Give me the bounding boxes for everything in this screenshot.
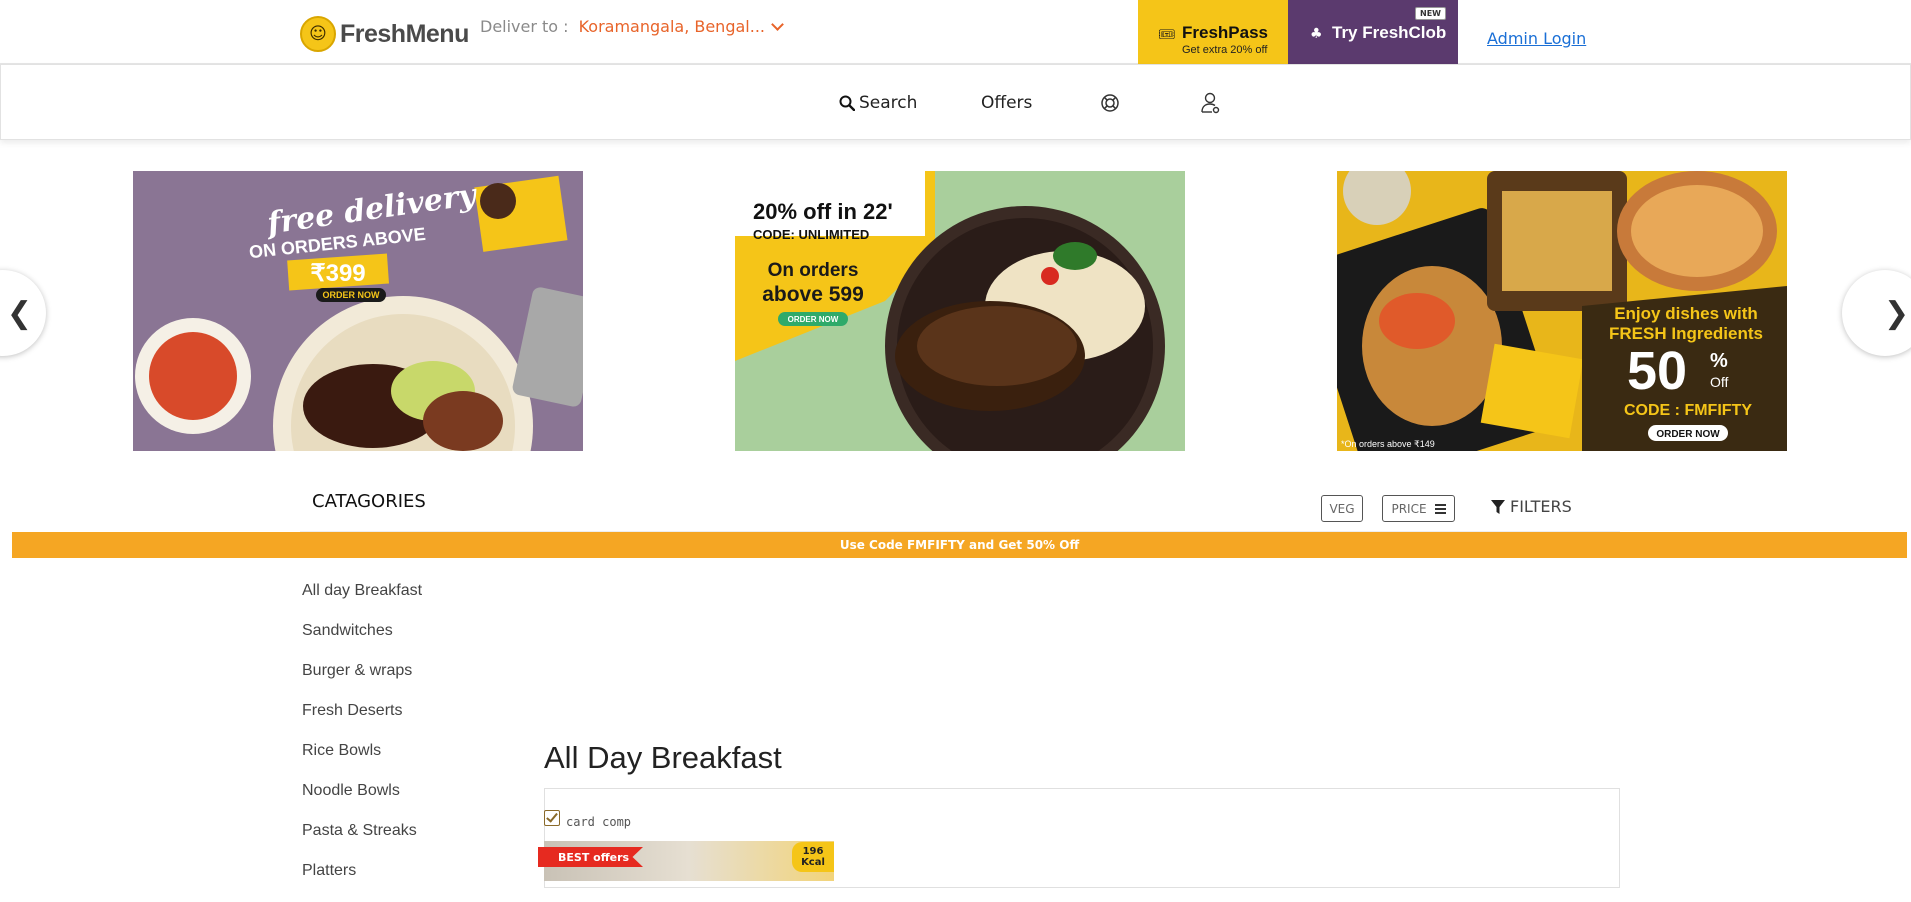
veg-filter-label: VEG [1329, 501, 1355, 516]
funnel-filter-icon [1491, 499, 1505, 514]
freshpass-title: FreshPass [1182, 23, 1268, 42]
banner3-pct-sign: % [1710, 350, 1728, 372]
nav-offers[interactable]: Offers [981, 93, 1032, 113]
banner-unlimited-art: 20% off in 22' CODE: UNLIMITED On orders… [735, 171, 1185, 451]
sidebar-item-platters[interactable]: Platters [302, 862, 422, 902]
freshmenu-logo[interactable]: ☺ FreshMenu [300, 16, 469, 52]
freshpass-subtitle: Get extra 20% off [1182, 44, 1268, 56]
banner-unlimited[interactable]: 20% off in 22' CODE: UNLIMITED On orders… [735, 171, 1185, 451]
category-sidebar: All day Breakfast Sandwitches Burger & w… [302, 582, 422, 902]
banner2-code: CODE: UNLIMITED [753, 227, 869, 242]
sidebar-item-pasta-streaks[interactable]: Pasta & Streaks [302, 822, 422, 862]
filters-label: FILTERS [1510, 497, 1572, 516]
freshpass-button[interactable]: 🎟 FreshPass Get extra 20% off [1138, 0, 1288, 64]
banner2-line1: On orders [768, 260, 859, 281]
sidebar-item-all-day-breakfast[interactable]: All day Breakfast [302, 582, 422, 622]
sidebar-item-fresh-deserts[interactable]: Fresh Deserts [302, 702, 422, 742]
help-lifebuoy-icon [1101, 94, 1119, 112]
nav-offers-label: Offers [981, 93, 1033, 113]
card-checkbox[interactable] [544, 810, 560, 826]
banner3-cta: ORDER NOW [1656, 429, 1720, 440]
price-filter-label: PRICE [1391, 501, 1427, 516]
card-comp-label: card comp [566, 815, 632, 829]
admin-login-link[interactable]: Admin Login [1487, 29, 1586, 48]
banner2-headline: 20% off in 22' [753, 199, 893, 224]
chevron-down-icon [771, 17, 784, 31]
brand-name: FreshMenu [340, 19, 469, 48]
freshclob-title: Try FreshClob [1332, 23, 1447, 42]
sidebar-item-rice-bowls[interactable]: Rice Bowls [302, 742, 422, 782]
menu-lines-icon [1434, 502, 1446, 516]
search-icon [839, 95, 855, 111]
deliver-location: Koramangala, Bengal... [578, 17, 765, 36]
categories-heading: CATAGORIES [312, 491, 426, 512]
veg-filter-button[interactable]: VEG [1321, 495, 1363, 522]
main-nav: Search Offers [0, 64, 1911, 140]
kcal-unit: Kcal [801, 857, 825, 868]
best-offers-badge: BEST offers [538, 847, 643, 867]
banner-fmfifty-art: Enjoy dishes with FRESH Ingredients 50 %… [1337, 171, 1787, 451]
nav-account[interactable] [1201, 92, 1221, 114]
price-filter-button[interactable]: PRICE [1382, 495, 1455, 522]
banner1-amount: ₹399 [310, 260, 365, 287]
new-badge: NEW [1415, 7, 1446, 20]
banner2-cta: ORDER NOW [788, 315, 839, 324]
nav-help[interactable] [1100, 93, 1120, 113]
deliver-label: Deliver to : [480, 17, 569, 36]
user-profile-icon [1201, 92, 1220, 114]
deliver-location-selector[interactable]: Deliver to : Koramangala, Bengal... [480, 17, 784, 36]
chef-logo-icon: ☺ [300, 16, 336, 52]
carousel-prev-button[interactable]: ❮ [0, 270, 46, 356]
filters-button[interactable]: FILTERS [1490, 497, 1572, 516]
top-header: ☺ FreshMenu Deliver to : Koramangala, Be… [0, 0, 1911, 64]
banner3-line1: Enjoy dishes with [1614, 304, 1758, 323]
promo-strip-text: Use Code FMFIFTY and Get 50% Off [839, 538, 1080, 552]
banner3-note: *On orders above ₹149 [1341, 439, 1435, 449]
chevron-left-icon: ❮ [6, 295, 32, 331]
banner-free-delivery-art: free delivery ON ORDERS ABOVE ₹399 ORDER… [133, 171, 583, 451]
ticket-icon: 🎟 [1158, 27, 1176, 43]
banner3-percent: 50 [1627, 341, 1687, 401]
club-icon: ♣ [1310, 26, 1323, 42]
nav-search-label: Search [859, 93, 918, 113]
kcal-badge: 196 Kcal [792, 842, 834, 872]
promo-strip: Use Code FMFIFTY and Get 50% Off [12, 532, 1907, 558]
banner2-line2: above 599 [762, 283, 864, 306]
banner1-cta: ORDER NOW [323, 290, 381, 300]
section-title: All Day Breakfast [544, 740, 782, 775]
sidebar-item-noodle-bowls[interactable]: Noodle Bowls [302, 782, 422, 822]
chevron-right-icon: ❯ [1884, 295, 1910, 331]
sidebar-item-sandwitches[interactable]: Sandwitches [302, 622, 422, 662]
nav-search[interactable]: Search [839, 93, 917, 113]
kcal-value: 196 [802, 846, 824, 857]
banner-fmfifty[interactable]: Enjoy dishes with FRESH Ingredients 50 %… [1337, 171, 1787, 451]
banner-free-delivery[interactable]: free delivery ON ORDERS ABOVE ₹399 ORDER… [133, 171, 583, 451]
banner3-code: CODE : FMFIFTY [1624, 402, 1752, 419]
freshclob-button[interactable]: NEW ♣ Try FreshClob [1288, 0, 1458, 64]
carousel-next-button[interactable]: ❯ [1842, 270, 1911, 356]
sidebar-item-burger-wraps[interactable]: Burger & wraps [302, 662, 422, 702]
banner3-off: Off [1710, 374, 1729, 390]
best-offers-label: BEST offers [558, 850, 630, 864]
